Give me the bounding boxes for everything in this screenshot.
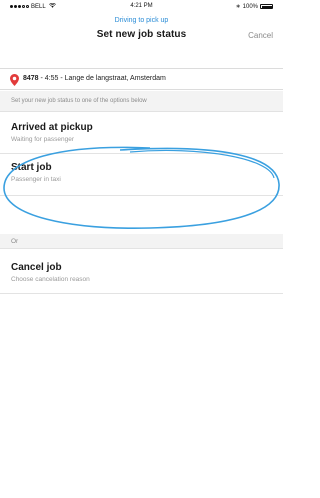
nav-bar: Driving to pick up Set new job status Ca… xyxy=(0,13,283,58)
page-title: Set new job status xyxy=(96,29,187,40)
bluetooth-icon: ∗ xyxy=(235,4,241,10)
cancel-button[interactable]: Cancel xyxy=(248,31,273,40)
option-sublabel: Choose cancelation reason xyxy=(11,276,90,283)
instruction-label: Set your new job status to one of the op… xyxy=(11,98,147,104)
option-cancel-job[interactable]: Cancel job Choose cancelation reason xyxy=(0,250,283,294)
option-arrived-at-pickup[interactable]: Arrived at pickup Waiting for passenger xyxy=(0,112,283,154)
location-pin-icon xyxy=(10,73,19,86)
battery-group: ∗ 100% xyxy=(236,3,273,10)
job-address: 8478 - 4:55 - Lange de langstraat, Amste… xyxy=(23,75,166,82)
instruction-text: Set your new job status to one of the op… xyxy=(0,91,283,112)
option-label: Arrived at pickup xyxy=(11,122,93,133)
option-label: Cancel job xyxy=(11,262,62,273)
job-details: - 4:55 - Lange de langstraat, Amsterdam xyxy=(38,75,166,82)
nav-subtitle: Driving to pick up xyxy=(114,17,169,24)
battery-percent: 100% xyxy=(242,3,258,10)
or-label: Or xyxy=(11,238,19,245)
option-sublabel: Waiting for passenger xyxy=(11,136,74,143)
option-start-job[interactable]: Start job Passenger in taxi xyxy=(0,154,283,196)
status-bar: BELL 4:21 PM ∗ 100% xyxy=(0,0,283,13)
option-label: Start job xyxy=(11,162,52,173)
job-address-row: 8478 - 4:55 - Lange de langstraat, Amste… xyxy=(0,68,283,90)
job-id: 8478 xyxy=(23,75,39,82)
or-separator: Or xyxy=(0,234,283,249)
phone-screen: BELL 4:21 PM ∗ 100% Driving to pick up S… xyxy=(0,0,283,498)
battery-icon xyxy=(260,4,273,9)
option-sublabel: Passenger in taxi xyxy=(11,176,61,183)
